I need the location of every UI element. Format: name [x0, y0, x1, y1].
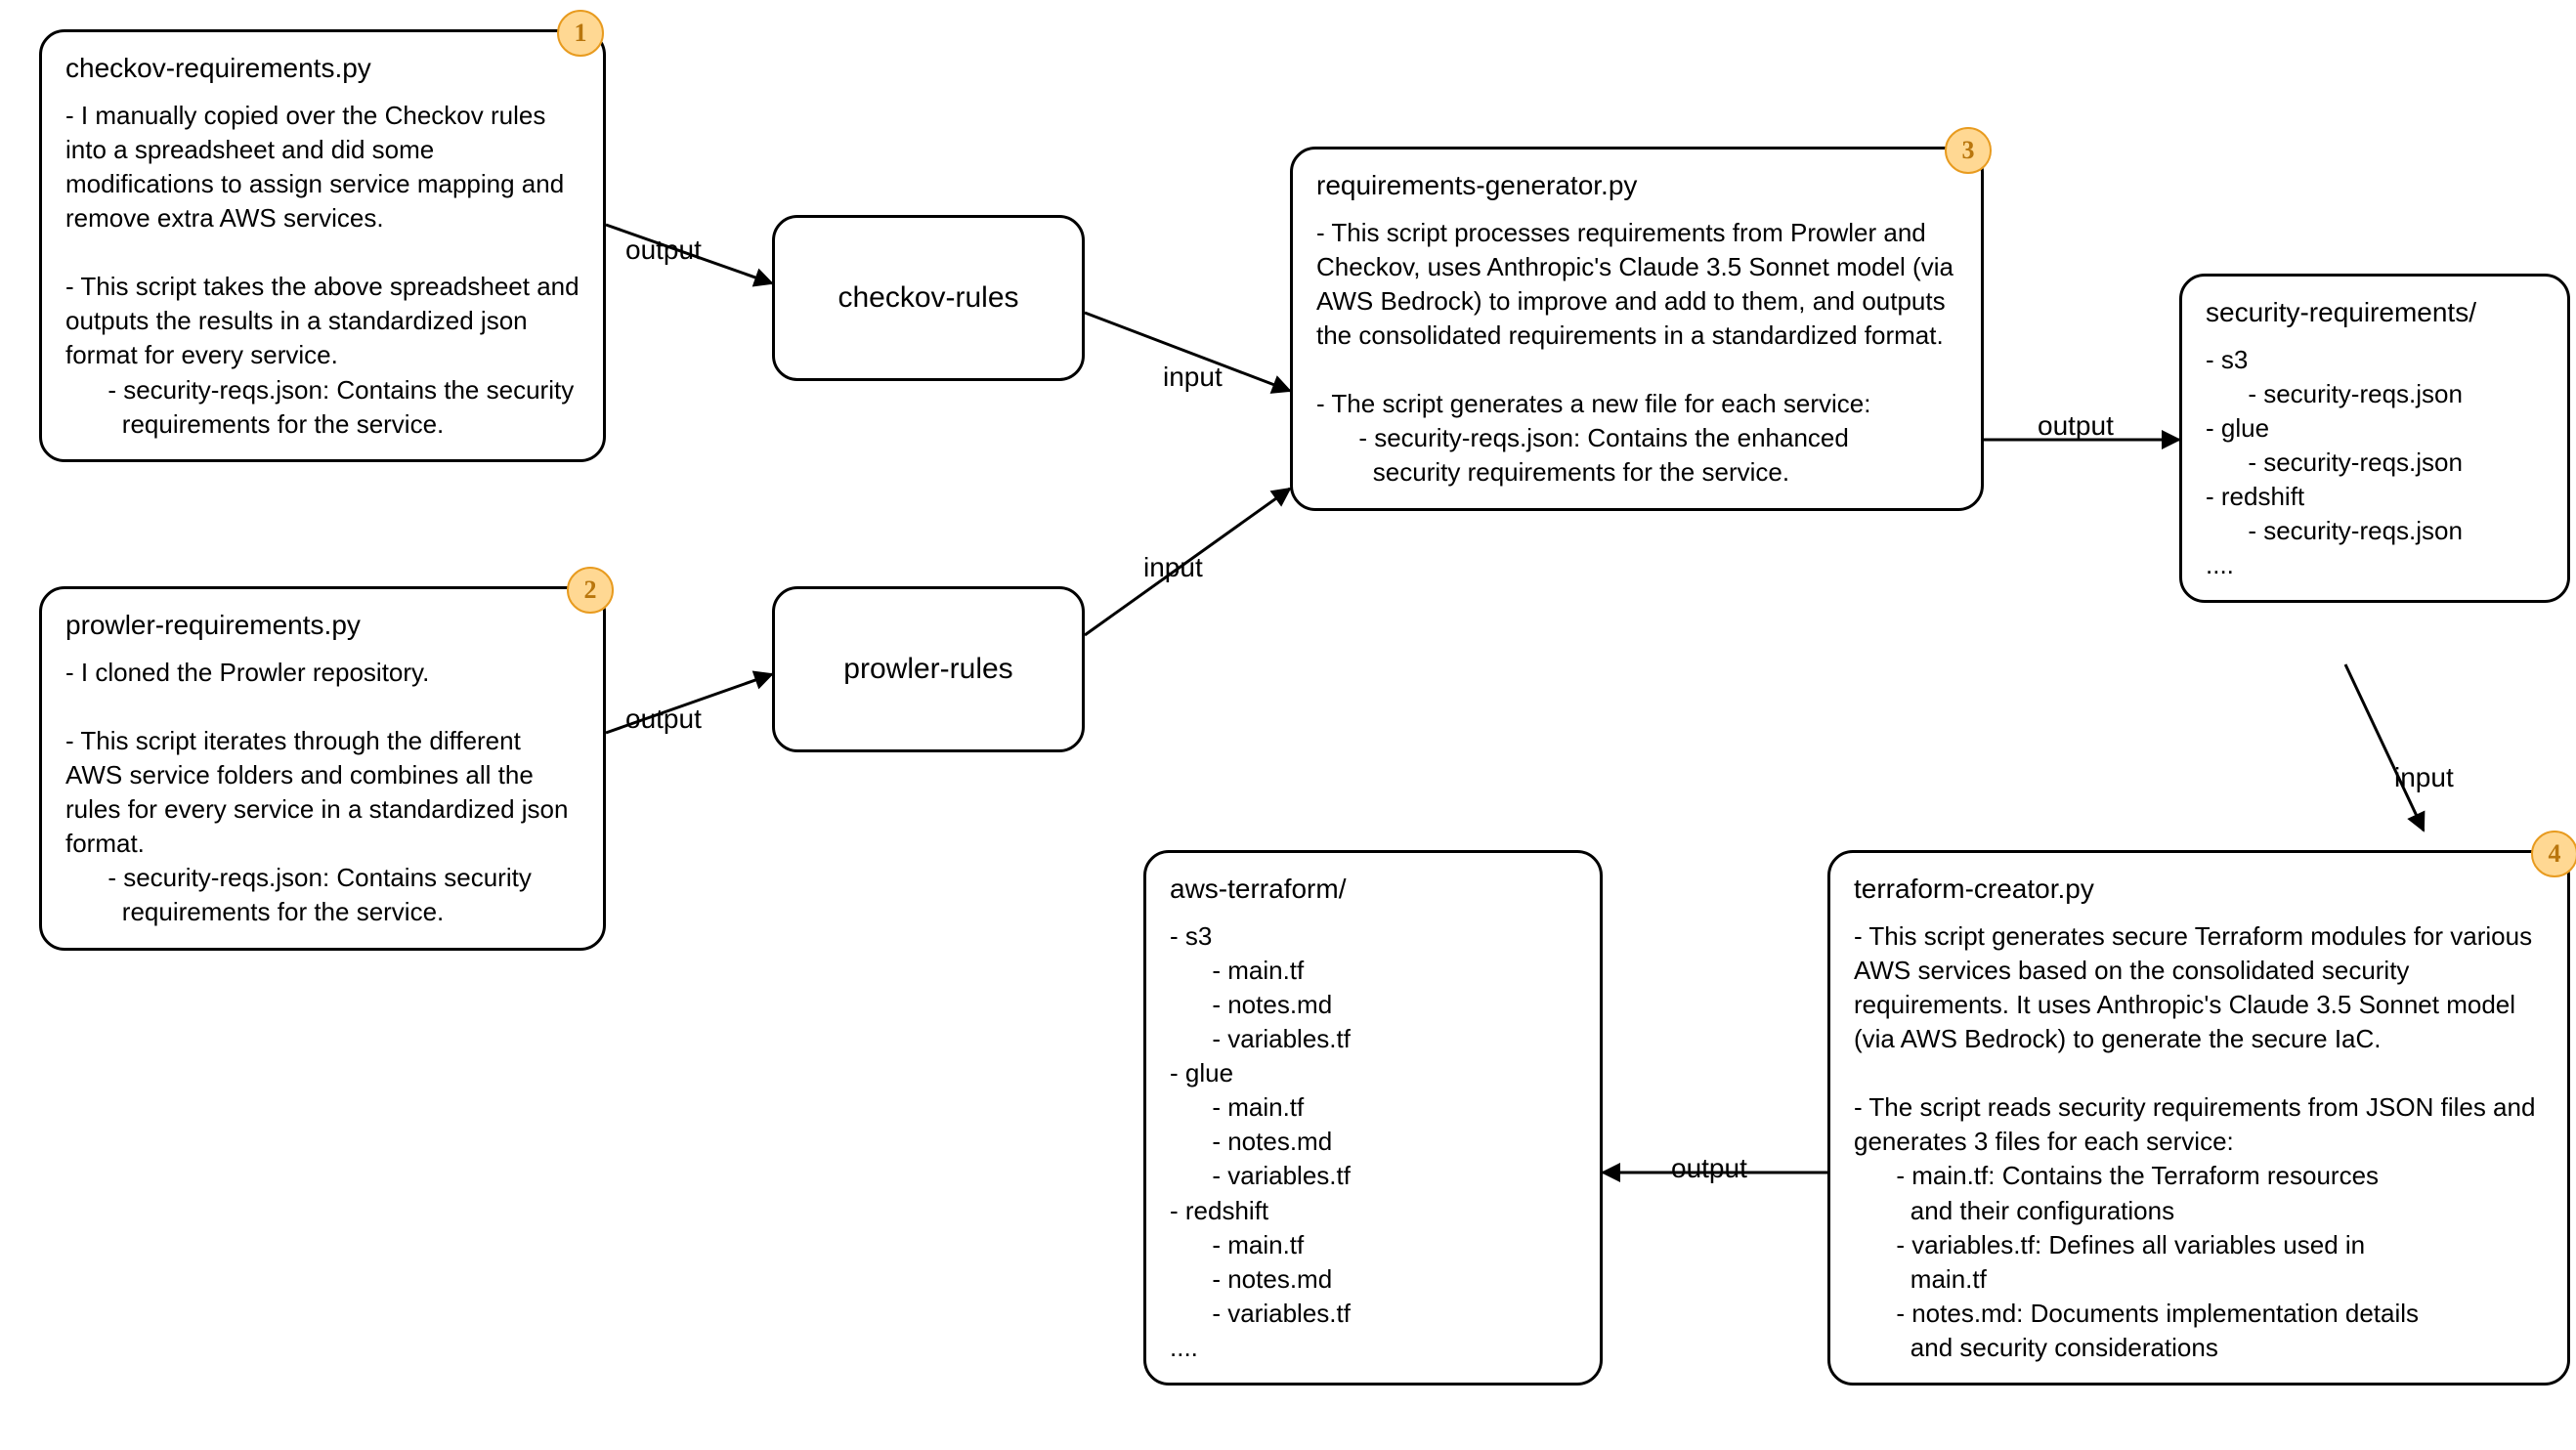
node-checkov-rules: checkov-rules: [772, 215, 1085, 381]
node-body: - I cloned the Prowler repository. - Thi…: [65, 656, 580, 930]
edge-label-output-1: output: [625, 235, 702, 266]
node-body: - s3 - security-reqs.json - glue - secur…: [2206, 343, 2544, 583]
edge-label-output-3: output: [2038, 410, 2114, 442]
edge-label-input-1: input: [1163, 362, 1223, 393]
node-title: aws-terraform/: [1170, 871, 1576, 908]
node-body: - This script generates secure Terraform…: [1854, 919, 2544, 1365]
edge-secreqs-to-tfcreator: [2345, 664, 2424, 831]
diagram-canvas: checkov-requirements.py - I manually cop…: [0, 0, 2576, 1450]
step-badge-4: 4: [2531, 831, 2576, 877]
node-prowler-requirements: prowler-requirements.py - I cloned the P…: [39, 586, 606, 951]
node-title: checkov-requirements.py: [65, 50, 580, 87]
edge-label-input-3: input: [2394, 762, 2454, 793]
node-aws-terraform: aws-terraform/ - s3 - main.tf - notes.md…: [1143, 850, 1603, 1386]
node-requirements-generator: requirements-generator.py - This script …: [1290, 147, 1984, 511]
node-title: checkov-rules: [837, 278, 1018, 319]
step-badge-3: 3: [1945, 127, 1992, 174]
node-body: - This script processes requirements fro…: [1316, 216, 1957, 490]
step-badge-2: 2: [567, 567, 614, 614]
node-prowler-rules: prowler-rules: [772, 586, 1085, 752]
step-badge-1: 1: [557, 10, 604, 57]
node-body: - I manually copied over the Checkov rul…: [65, 99, 580, 442]
edge-label-input-2: input: [1143, 552, 1203, 583]
node-title: prowler-rules: [843, 650, 1012, 690]
node-title: requirements-generator.py: [1316, 167, 1957, 204]
node-title: security-requirements/: [2206, 294, 2544, 331]
node-title: terraform-creator.py: [1854, 871, 2544, 908]
node-title: prowler-requirements.py: [65, 607, 580, 644]
node-terraform-creator: terraform-creator.py - This script gener…: [1827, 850, 2570, 1386]
node-security-requirements: security-requirements/ - s3 - security-r…: [2179, 274, 2570, 603]
node-body: - s3 - main.tf - notes.md - variables.tf…: [1170, 919, 1576, 1365]
edge-label-output-2: output: [625, 704, 702, 735]
edge-label-output-4: output: [1671, 1153, 1747, 1184]
node-checkov-requirements: checkov-requirements.py - I manually cop…: [39, 29, 606, 462]
